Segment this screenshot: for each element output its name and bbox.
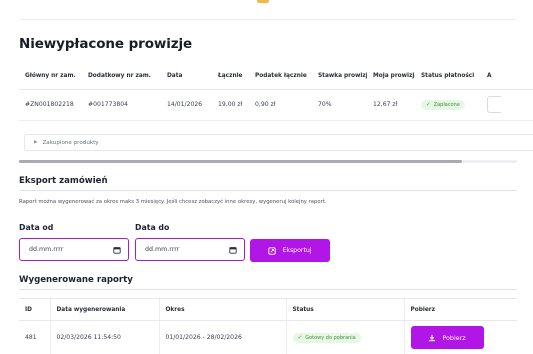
export-description: Raport można wygenerować za okres maks 3… bbox=[19, 199, 327, 205]
col-period: Okres bbox=[158, 298, 286, 321]
reports-table: ID Data wygenerowania Okres Status Pobie… bbox=[19, 298, 517, 354]
report-id-cell: 481 bbox=[19, 320, 50, 354]
date-from-label: Data od bbox=[19, 223, 54, 232]
row-action-button[interactable] bbox=[487, 96, 501, 113]
reports-divider bbox=[19, 289, 517, 290]
extra-order-cell: #001773804 bbox=[82, 89, 161, 121]
col-generated: Data wygenerowania bbox=[49, 298, 159, 321]
actions-cell bbox=[481, 89, 533, 121]
horizontal-scrollbar[interactable] bbox=[19, 160, 517, 163]
col-id: ID bbox=[19, 298, 50, 321]
status-badge-label: Gotowy do pobrania bbox=[305, 334, 356, 341]
col-rate: Stawka prowizji bbox=[312, 64, 367, 90]
export-section-title: Eksport zamówień bbox=[19, 176, 108, 186]
download-icon bbox=[429, 334, 436, 341]
commissions-header-row: Główny nr zam. Dodatkowy nr zam. Data Łą… bbox=[19, 64, 533, 90]
report-period-cell: 01/01/2026 - 28/02/2026 bbox=[158, 320, 286, 354]
date-to-input[interactable]: dd.mm.rrrr bbox=[135, 238, 245, 261]
top-divider bbox=[19, 19, 517, 20]
calendar-icon[interactable] bbox=[113, 246, 121, 254]
date-from-value: dd.mm.rrrr bbox=[29, 246, 64, 253]
check-icon: ✓ bbox=[297, 334, 303, 341]
status-badge: ✓ Zapłacone bbox=[421, 99, 465, 110]
commission-cell: 12,67 zł bbox=[367, 89, 415, 121]
download-button-label: Pobierz bbox=[442, 333, 466, 342]
download-button[interactable]: Pobierz bbox=[410, 326, 484, 349]
col-main-order: Główny nr zam. bbox=[19, 64, 82, 90]
table-row: 481 02/03/2026 11:54:50 01/01/2026 - 28/… bbox=[19, 320, 517, 354]
report-status-cell: ✓ Gotowy do pobrania bbox=[285, 320, 404, 354]
col-commission: Moja prowizja bbox=[367, 64, 415, 90]
scrollbar-thumb[interactable] bbox=[19, 160, 462, 163]
tax-cell: 0,90 zł bbox=[249, 89, 312, 121]
col-payment-status: Status płatności bbox=[415, 64, 481, 90]
export-icon bbox=[268, 246, 277, 255]
check-icon: ✓ bbox=[426, 101, 431, 108]
page-title: Niewypłacone prowizje bbox=[19, 36, 193, 52]
table-row: #ZN001802218 #001773804 14/01/2026 19,00… bbox=[19, 89, 533, 121]
col-total: Łącznie bbox=[212, 64, 249, 90]
rate-cell: 70% bbox=[312, 89, 367, 121]
col-date: Data bbox=[161, 64, 212, 90]
date-from-input[interactable]: dd.mm.rrrr bbox=[19, 238, 129, 261]
col-extra-order: Dodatkowy nr zam. bbox=[82, 64, 161, 90]
status-badge: ✓ Gotowy do pobrania bbox=[292, 332, 361, 343]
status-badge-label: Zapłacone bbox=[433, 101, 460, 108]
purchased-products-label: Zakupione produkty bbox=[42, 139, 99, 146]
top-accent-marker bbox=[257, 0, 269, 3]
commissions-table: Główny nr zam. Dodatkowy nr zam. Data Łą… bbox=[19, 64, 533, 121]
reports-header-row: ID Data wygenerowania Okres Status Pobie… bbox=[19, 298, 517, 321]
export-divider bbox=[19, 190, 517, 191]
payment-status-cell: ✓ Zapłacone bbox=[415, 89, 481, 121]
col-tax: Podatek łącznie bbox=[249, 64, 312, 90]
date-cell: 14/01/2026 bbox=[161, 89, 212, 121]
date-to-value: dd.mm.rrrr bbox=[145, 246, 180, 253]
reports-section-title: Wygenerowane raporty bbox=[19, 275, 133, 285]
main-order-cell: #ZN001802218 bbox=[19, 89, 82, 121]
date-to-label: Data do bbox=[135, 223, 170, 232]
caret-right-icon: ▶ bbox=[34, 140, 38, 145]
export-button-label: Eksportuj bbox=[282, 247, 312, 254]
col-status: Status bbox=[285, 298, 404, 321]
report-generated-cell: 02/03/2026 11:54:50 bbox=[49, 320, 159, 354]
total-cell: 19,00 zł bbox=[212, 89, 249, 121]
report-download-cell: Pobierz bbox=[403, 320, 517, 354]
col-actions: A bbox=[481, 64, 533, 90]
calendar-icon[interactable] bbox=[229, 246, 237, 254]
export-button[interactable]: Eksportuj bbox=[250, 239, 330, 262]
purchased-products-toggle[interactable]: ▶ Zakupione produkty bbox=[24, 134, 533, 151]
col-download: Pobierz bbox=[403, 298, 517, 321]
